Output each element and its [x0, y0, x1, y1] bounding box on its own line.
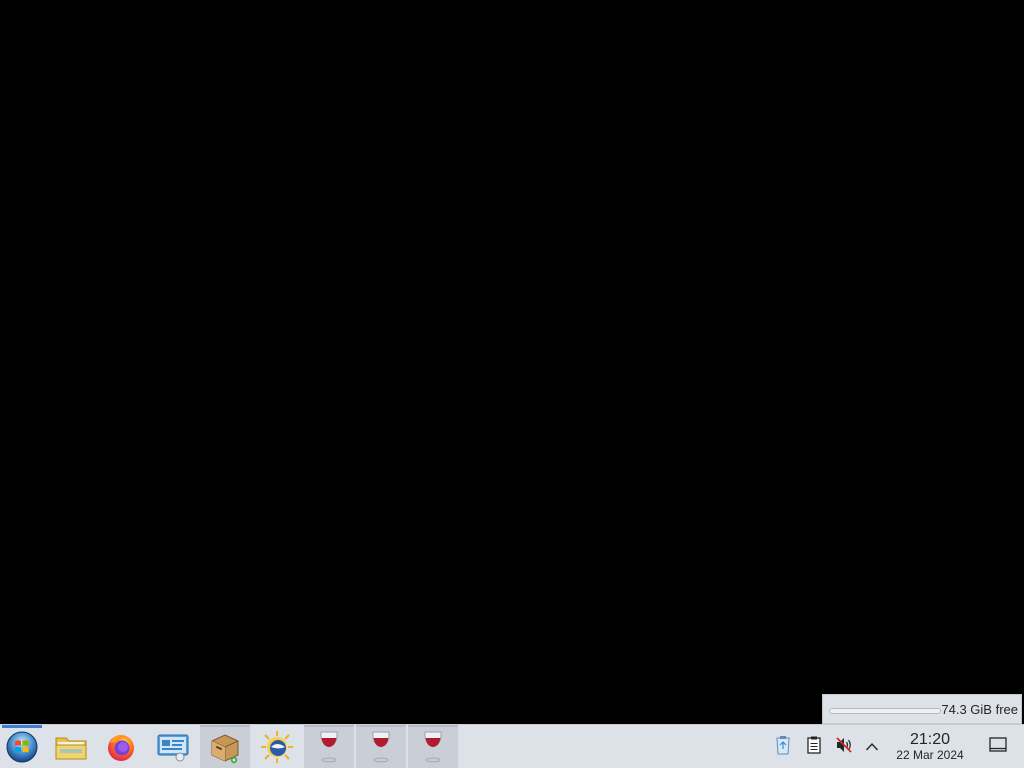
tray-volume[interactable] [833, 725, 855, 768]
desktop-background[interactable] [0, 0, 1024, 724]
clock[interactable]: 21:20 22 Mar 2024 [886, 731, 974, 762]
firefox-launcher[interactable] [96, 725, 146, 768]
wine-glass-icon [421, 730, 445, 764]
wine-app-2[interactable] [356, 725, 406, 768]
file-manager-launcher[interactable] [46, 725, 96, 768]
clock-time: 21:20 [909, 731, 951, 748]
tray-clipboard-recycle[interactable] [772, 725, 794, 768]
clipboard-recycle-icon [775, 735, 791, 759]
start-menu-button[interactable] [0, 725, 44, 768]
control-panel-icon [156, 732, 190, 762]
notes-icon [806, 736, 822, 758]
taskbar: 21:20 22 Mar 2024 [0, 724, 1024, 768]
clock-date: 22 Mar 2024 [896, 748, 964, 762]
windows-logo-icon [6, 731, 38, 763]
system-settings-launcher[interactable] [148, 725, 198, 768]
disk-usage-bar [829, 708, 941, 714]
tray-expand[interactable] [861, 725, 883, 768]
show-desktop-button[interactable] [986, 725, 1010, 768]
show-desktop-icon [989, 736, 1007, 757]
volume-muted-icon [835, 736, 853, 758]
wine-glass-icon [317, 730, 341, 764]
wine-app-3[interactable] [408, 725, 458, 768]
folder-icon [54, 732, 88, 762]
chevron-up-icon [865, 737, 879, 756]
disk-space-widget[interactable]: 74.3 GiB free [822, 694, 1022, 724]
tray-notes[interactable] [803, 725, 825, 768]
disk-free-label: 74.3 GiB free [941, 702, 1018, 717]
wine-glass-icon [369, 730, 393, 764]
wine-app-1[interactable] [304, 725, 354, 768]
firefox-icon [105, 731, 137, 763]
package-box-icon [208, 730, 242, 764]
package-installer-launcher[interactable] [200, 725, 250, 768]
weather-globe-launcher[interactable] [252, 725, 302, 768]
globe-sun-icon [260, 730, 294, 764]
